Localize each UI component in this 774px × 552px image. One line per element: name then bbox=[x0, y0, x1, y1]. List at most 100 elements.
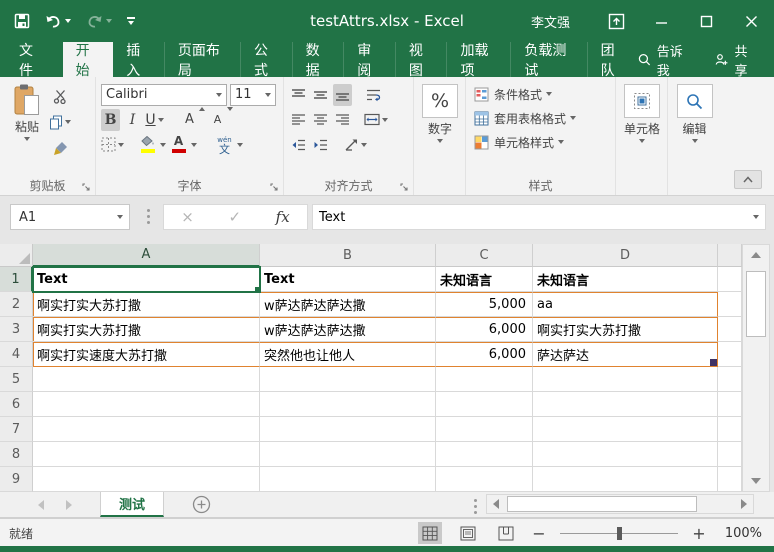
cell-a9[interactable] bbox=[33, 467, 260, 492]
underline-dropdown-icon[interactable] bbox=[158, 118, 164, 122]
cell-e3[interactable] bbox=[718, 317, 742, 342]
alignment-dialog-launcher[interactable] bbox=[400, 183, 409, 192]
row-header-2[interactable]: 2 bbox=[0, 292, 33, 317]
format-painter-button[interactable] bbox=[49, 137, 71, 159]
tab-data[interactable]: 数据 bbox=[292, 42, 344, 77]
cell-d5[interactable] bbox=[533, 367, 718, 392]
font-dialog-launcher[interactable] bbox=[270, 183, 279, 192]
cell-d8[interactable] bbox=[533, 442, 718, 467]
tab-view[interactable]: 视图 bbox=[395, 42, 447, 77]
cell-a5[interactable] bbox=[33, 367, 260, 392]
tell-me-box[interactable]: 告诉我 bbox=[638, 41, 689, 79]
cell-e9[interactable] bbox=[718, 467, 742, 492]
sheet-bar-resize-handle[interactable] bbox=[474, 499, 477, 514]
align-middle-button[interactable] bbox=[311, 84, 330, 106]
zoom-in-button[interactable]: + bbox=[692, 524, 706, 543]
row-header-1[interactable]: 1 bbox=[0, 267, 33, 292]
cells-button[interactable]: 单元格 bbox=[621, 82, 663, 143]
cell-e1[interactable] bbox=[718, 267, 742, 292]
cell-b8[interactable] bbox=[260, 442, 436, 467]
normal-view-button[interactable] bbox=[418, 522, 442, 544]
ribbon-display-options-button[interactable] bbox=[594, 0, 639, 42]
collapse-ribbon-button[interactable] bbox=[734, 170, 762, 189]
phonetic-dropdown-icon[interactable] bbox=[237, 143, 243, 147]
undo-button[interactable] bbox=[45, 14, 71, 29]
zoom-slider[interactable] bbox=[560, 523, 678, 543]
cell-b3[interactable]: w萨达萨达萨达撒 bbox=[260, 317, 436, 342]
save-button[interactable] bbox=[14, 13, 30, 29]
cell-e8[interactable] bbox=[718, 442, 742, 467]
copy-dropdown-icon[interactable] bbox=[65, 120, 71, 124]
cell-b6[interactable] bbox=[260, 392, 436, 417]
previous-sheet-button[interactable] bbox=[38, 500, 44, 510]
cell-e2[interactable] bbox=[718, 292, 742, 317]
cell-d2[interactable]: aa bbox=[533, 292, 718, 317]
cell-d6[interactable] bbox=[533, 392, 718, 417]
zoom-out-button[interactable]: − bbox=[532, 524, 546, 543]
cell-c1[interactable]: 未知语言 bbox=[436, 267, 533, 292]
fill-color-dropdown-icon[interactable] bbox=[160, 143, 166, 147]
scroll-right-button[interactable] bbox=[735, 495, 753, 513]
row-header-6[interactable]: 6 bbox=[0, 392, 33, 417]
tab-insert[interactable]: 插入 bbox=[113, 42, 164, 77]
orientation-button[interactable] bbox=[344, 134, 367, 156]
cell-c4[interactable]: 6,000 bbox=[436, 342, 533, 367]
cell-a7[interactable] bbox=[33, 417, 260, 442]
close-button[interactable] bbox=[729, 0, 774, 42]
row-header-4[interactable]: 4 bbox=[0, 342, 33, 367]
underline-button[interactable]: U bbox=[145, 109, 164, 131]
cancel-entry-icon[interactable]: × bbox=[181, 208, 194, 226]
cell-b9[interactable] bbox=[260, 467, 436, 492]
cell-c3[interactable]: 6,000 bbox=[436, 317, 533, 342]
redo-dropdown-icon[interactable] bbox=[106, 19, 112, 23]
align-right-button[interactable] bbox=[333, 109, 352, 131]
paste-dropdown-icon[interactable] bbox=[24, 137, 30, 141]
tab-page-layout[interactable]: 页面布局 bbox=[164, 42, 240, 77]
cell-e7[interactable] bbox=[718, 417, 742, 442]
tab-team[interactable]: 团队 bbox=[587, 42, 639, 77]
confirm-entry-icon[interactable]: ✓ bbox=[228, 208, 241, 226]
redo-button[interactable] bbox=[86, 14, 112, 29]
cell-b7[interactable] bbox=[260, 417, 436, 442]
vertical-scroll-thumb[interactable] bbox=[746, 271, 766, 337]
cell-e4[interactable] bbox=[718, 342, 742, 367]
column-header-b[interactable]: B bbox=[260, 244, 436, 267]
column-header-a[interactable]: A bbox=[33, 244, 260, 267]
page-break-preview-button[interactable] bbox=[494, 522, 518, 544]
number-dropdown-icon[interactable] bbox=[437, 139, 443, 143]
horizontal-scroll-thumb[interactable] bbox=[507, 496, 697, 512]
tab-home[interactable]: 开始 bbox=[63, 42, 114, 77]
minimize-button[interactable] bbox=[639, 0, 684, 42]
column-header-d[interactable]: D bbox=[533, 244, 718, 267]
maximize-button[interactable] bbox=[684, 0, 729, 42]
cell-a6[interactable] bbox=[33, 392, 260, 417]
cell-d1[interactable]: 未知语言 bbox=[533, 267, 718, 292]
scroll-left-button[interactable] bbox=[487, 495, 505, 513]
formula-input[interactable]: Text bbox=[312, 204, 766, 230]
cell-c6[interactable] bbox=[436, 392, 533, 417]
cell-e5[interactable] bbox=[718, 367, 742, 392]
cell-b1[interactable]: Text bbox=[260, 267, 436, 292]
name-box[interactable]: A1 bbox=[10, 204, 130, 230]
cells-dropdown-icon[interactable] bbox=[639, 139, 645, 143]
column-header-partial[interactable] bbox=[718, 244, 742, 267]
italic-button[interactable]: I bbox=[123, 109, 142, 131]
sheet-tab-active[interactable]: 测试 bbox=[100, 492, 164, 517]
wrap-text-button[interactable] bbox=[364, 84, 383, 106]
cell-a8[interactable] bbox=[33, 442, 260, 467]
row-header-8[interactable]: 8 bbox=[0, 442, 33, 467]
borders-button[interactable] bbox=[101, 134, 124, 156]
cell-c9[interactable] bbox=[436, 467, 533, 492]
next-sheet-button[interactable] bbox=[66, 500, 72, 510]
scroll-down-button[interactable] bbox=[743, 471, 769, 491]
name-box-dropdown-icon[interactable] bbox=[117, 215, 123, 219]
row-header-9[interactable]: 9 bbox=[0, 467, 33, 492]
cell-b4[interactable]: 突然他也让他人 bbox=[260, 342, 436, 367]
orientation-dropdown-icon[interactable] bbox=[361, 143, 367, 147]
customize-qat-button[interactable] bbox=[127, 17, 135, 25]
tab-load-test[interactable]: 负载测试 bbox=[510, 42, 586, 77]
borders-dropdown-icon[interactable] bbox=[118, 143, 124, 147]
cell-c2[interactable]: 5,000 bbox=[436, 292, 533, 317]
format-as-table-button[interactable]: 套用表格格式 bbox=[474, 106, 611, 130]
select-all-button[interactable] bbox=[0, 244, 33, 267]
